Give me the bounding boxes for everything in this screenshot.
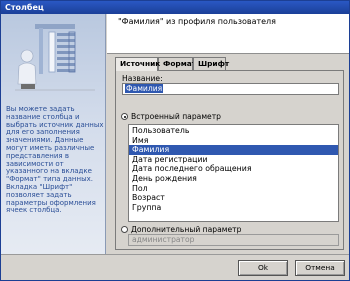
extra-radio[interactable] bbox=[121, 226, 128, 233]
builtin-label: Встроенный параметр bbox=[131, 112, 221, 121]
list-item[interactable]: Возраст bbox=[129, 193, 338, 203]
page-title: "Фамилия" из профиля пользователя bbox=[118, 17, 276, 26]
tab-font[interactable]: Шрифт bbox=[193, 57, 229, 70]
list-item[interactable]: Пол bbox=[129, 184, 338, 194]
column-illustration-icon bbox=[15, 24, 95, 91]
window-title: Столбец bbox=[1, 1, 349, 14]
name-input[interactable]: Фамилия bbox=[122, 83, 339, 95]
extra-label: Дополнительный параметр bbox=[131, 225, 242, 234]
button-bar: Ok Отмена bbox=[1, 254, 349, 280]
list-item[interactable]: Дата последнего обращения bbox=[129, 164, 338, 174]
name-value: Фамилия bbox=[125, 84, 164, 93]
cancel-button[interactable]: Отмена bbox=[295, 260, 345, 276]
tab-panel: Название: Фамилия Встроенный параметр По… bbox=[115, 70, 344, 250]
list-item[interactable]: Дата регистрации bbox=[129, 155, 338, 165]
builtin-listbox[interactable]: Пользователь Имя Фамилия Дата регистраци… bbox=[128, 124, 339, 222]
dialog-window: Столбец Вы можете задать название столбц… bbox=[0, 0, 350, 281]
list-item[interactable]: День рождения bbox=[129, 174, 338, 184]
tab-format[interactable]: Формат bbox=[158, 57, 196, 70]
list-item-selected[interactable]: Фамилия bbox=[129, 145, 338, 155]
ok-button[interactable]: Ok bbox=[238, 260, 288, 276]
help-text: Вы можете задать название столбца и выбр… bbox=[6, 105, 104, 215]
list-item[interactable]: Группа bbox=[129, 203, 338, 213]
list-item[interactable]: Пользователь bbox=[129, 126, 338, 136]
tab-source[interactable]: Источник bbox=[115, 57, 160, 71]
builtin-option[interactable]: Встроенный параметр bbox=[121, 112, 221, 121]
list-item[interactable]: Имя bbox=[129, 136, 338, 146]
name-label: Название: bbox=[122, 74, 163, 83]
help-pane: Вы можете задать название столбца и выбр… bbox=[1, 14, 106, 254]
content-pane: "Фамилия" из профиля пользователя Источн… bbox=[107, 14, 349, 254]
builtin-radio[interactable] bbox=[121, 113, 128, 120]
header-area: "Фамилия" из профиля пользователя bbox=[107, 14, 349, 54]
extra-input[interactable]: администратор bbox=[128, 234, 339, 246]
extra-option[interactable]: Дополнительный параметр bbox=[121, 225, 241, 234]
